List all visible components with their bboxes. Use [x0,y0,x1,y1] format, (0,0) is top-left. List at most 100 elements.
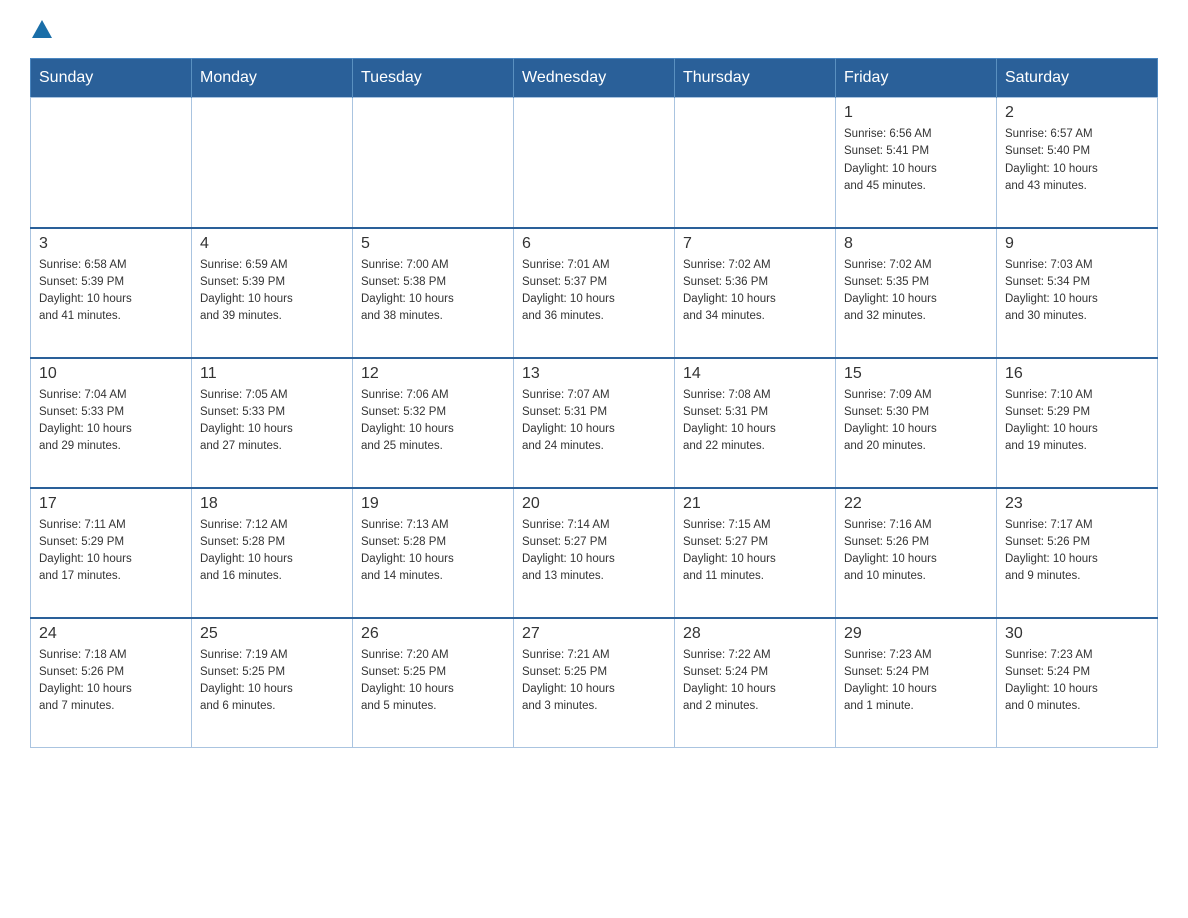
day-info: Sunrise: 7:18 AM Sunset: 5:26 PM Dayligh… [39,647,183,716]
day-number: 21 [683,495,827,513]
weekday-header-friday: Friday [836,59,997,98]
calendar-cell: 21 Sunrise: 7:15 AM Sunset: 5:27 PM Dayli… [675,488,836,618]
day-info: Sunrise: 7:03 AM Sunset: 5:34 PM Dayligh… [1005,257,1149,326]
weekday-header-sunday: Sunday [31,59,192,98]
day-info: Sunrise: 7:19 AM Sunset: 5:25 PM Dayligh… [200,647,344,716]
calendar-week-row: 24 Sunrise: 7:18 AM Sunset: 5:26 PM Dayli… [31,618,1158,748]
day-info: Sunrise: 7:01 AM Sunset: 5:37 PM Dayligh… [522,257,666,326]
day-info: Sunrise: 7:02 AM Sunset: 5:35 PM Dayligh… [844,257,988,326]
calendar-cell: 20 Sunrise: 7:14 AM Sunset: 5:27 PM Dayli… [514,488,675,618]
calendar-cell: 6 Sunrise: 7:01 AM Sunset: 5:37 PM Daylig… [514,228,675,358]
calendar-cell [514,98,675,228]
weekday-header-thursday: Thursday [675,59,836,98]
day-info: Sunrise: 7:15 AM Sunset: 5:27 PM Dayligh… [683,517,827,586]
day-number: 19 [361,495,505,513]
calendar-cell [353,98,514,228]
calendar-cell: 25 Sunrise: 7:19 AM Sunset: 5:25 PM Dayli… [192,618,353,748]
day-number: 10 [39,365,183,383]
calendar-cell: 24 Sunrise: 7:18 AM Sunset: 5:26 PM Dayli… [31,618,192,748]
calendar-cell [192,98,353,228]
day-info: Sunrise: 7:23 AM Sunset: 5:24 PM Dayligh… [844,647,988,716]
day-info: Sunrise: 6:59 AM Sunset: 5:39 PM Dayligh… [200,257,344,326]
calendar-cell: 15Sunrise: 7:09 AM Sunset: 5:30 PM Dayli… [836,358,997,488]
day-info: Sunrise: 7:06 AM Sunset: 5:32 PM Dayligh… [361,387,505,456]
calendar-cell: 28 Sunrise: 7:22 AM Sunset: 5:24 PM Dayli… [675,618,836,748]
day-info: Sunrise: 7:09 AM Sunset: 5:30 PM Dayligh… [844,387,988,456]
day-number: 27 [522,625,666,643]
day-number: 29 [844,625,988,643]
weekday-header-tuesday: Tuesday [353,59,514,98]
day-info: Sunrise: 7:12 AM Sunset: 5:28 PM Dayligh… [200,517,344,586]
calendar-cell: 7Sunrise: 7:02 AM Sunset: 5:36 PM Daylig… [675,228,836,358]
calendar-cell: 30Sunrise: 7:23 AM Sunset: 5:24 PM Dayli… [997,618,1158,748]
day-number: 6 [522,235,666,253]
day-info: Sunrise: 7:21 AM Sunset: 5:25 PM Dayligh… [522,647,666,716]
logo [30,20,54,38]
day-info: Sunrise: 7:11 AM Sunset: 5:29 PM Dayligh… [39,517,183,586]
page-header [30,20,1158,38]
day-number: 2 [1005,104,1149,122]
calendar-cell: 18Sunrise: 7:12 AM Sunset: 5:28 PM Dayli… [192,488,353,618]
calendar-cell: 29 Sunrise: 7:23 AM Sunset: 5:24 PM Dayli… [836,618,997,748]
day-info: Sunrise: 7:04 AM Sunset: 5:33 PM Dayligh… [39,387,183,456]
day-number: 4 [200,235,344,253]
calendar-cell: 9Sunrise: 7:03 AM Sunset: 5:34 PM Daylig… [997,228,1158,358]
calendar-cell: 12 Sunrise: 7:06 AM Sunset: 5:32 PM Dayli… [353,358,514,488]
day-number: 26 [361,625,505,643]
day-number: 13 [522,365,666,383]
day-info: Sunrise: 7:14 AM Sunset: 5:27 PM Dayligh… [522,517,666,586]
calendar-cell: 26 Sunrise: 7:20 AM Sunset: 5:25 PM Dayli… [353,618,514,748]
day-number: 12 [361,365,505,383]
day-number: 8 [844,235,988,253]
calendar-cell: 22 Sunrise: 7:16 AM Sunset: 5:26 PM Dayli… [836,488,997,618]
calendar-cell: 4 Sunrise: 6:59 AM Sunset: 5:39 PM Daylig… [192,228,353,358]
day-number: 17 [39,495,183,513]
day-info: Sunrise: 7:22 AM Sunset: 5:24 PM Dayligh… [683,647,827,716]
calendar-cell: 5 Sunrise: 7:00 AM Sunset: 5:38 PM Daylig… [353,228,514,358]
day-info: Sunrise: 7:05 AM Sunset: 5:33 PM Dayligh… [200,387,344,456]
calendar-week-row: 3 Sunrise: 6:58 AM Sunset: 5:39 PM Daylig… [31,228,1158,358]
day-number: 25 [200,625,344,643]
day-number: 16 [1005,365,1149,383]
calendar-cell: 17 Sunrise: 7:11 AM Sunset: 5:29 PM Dayli… [31,488,192,618]
calendar-week-row: 10 Sunrise: 7:04 AM Sunset: 5:33 PM Dayli… [31,358,1158,488]
calendar-cell: 19Sunrise: 7:13 AM Sunset: 5:28 PM Dayli… [353,488,514,618]
calendar-cell: 3 Sunrise: 6:58 AM Sunset: 5:39 PM Daylig… [31,228,192,358]
calendar-cell: 1 Sunrise: 6:56 AM Sunset: 5:41 PM Daylig… [836,98,997,228]
weekday-header-saturday: Saturday [997,59,1158,98]
day-number: 11 [200,365,344,383]
calendar-cell: 16 Sunrise: 7:10 AM Sunset: 5:29 PM Dayli… [997,358,1158,488]
day-info: Sunrise: 6:56 AM Sunset: 5:41 PM Dayligh… [844,126,988,195]
calendar-cell: 14 Sunrise: 7:08 AM Sunset: 5:31 PM Dayli… [675,358,836,488]
logo-triangle-icon [32,20,52,38]
calendar-table: SundayMondayTuesdayWednesdayThursdayFrid… [30,58,1158,748]
calendar-week-row: 1 Sunrise: 6:56 AM Sunset: 5:41 PM Daylig… [31,98,1158,228]
day-info: Sunrise: 7:20 AM Sunset: 5:25 PM Dayligh… [361,647,505,716]
calendar-week-row: 17 Sunrise: 7:11 AM Sunset: 5:29 PM Dayli… [31,488,1158,618]
day-number: 28 [683,625,827,643]
day-info: Sunrise: 7:16 AM Sunset: 5:26 PM Dayligh… [844,517,988,586]
calendar-cell: 2 Sunrise: 6:57 AM Sunset: 5:40 PM Daylig… [997,98,1158,228]
day-info: Sunrise: 7:10 AM Sunset: 5:29 PM Dayligh… [1005,387,1149,456]
calendar-cell: 13 Sunrise: 7:07 AM Sunset: 5:31 PM Dayli… [514,358,675,488]
day-number: 3 [39,235,183,253]
day-info: Sunrise: 7:17 AM Sunset: 5:26 PM Dayligh… [1005,517,1149,586]
calendar-cell [31,98,192,228]
day-info: Sunrise: 6:57 AM Sunset: 5:40 PM Dayligh… [1005,126,1149,195]
weekday-header-wednesday: Wednesday [514,59,675,98]
day-number: 1 [844,104,988,122]
day-number: 20 [522,495,666,513]
day-number: 5 [361,235,505,253]
weekday-header-row: SundayMondayTuesdayWednesdayThursdayFrid… [31,59,1158,98]
day-info: Sunrise: 6:58 AM Sunset: 5:39 PM Dayligh… [39,257,183,326]
day-number: 23 [1005,495,1149,513]
day-number: 14 [683,365,827,383]
calendar-cell: 8 Sunrise: 7:02 AM Sunset: 5:35 PM Daylig… [836,228,997,358]
calendar-cell: 10 Sunrise: 7:04 AM Sunset: 5:33 PM Dayli… [31,358,192,488]
day-number: 24 [39,625,183,643]
day-info: Sunrise: 7:07 AM Sunset: 5:31 PM Dayligh… [522,387,666,456]
calendar-cell [675,98,836,228]
day-info: Sunrise: 7:00 AM Sunset: 5:38 PM Dayligh… [361,257,505,326]
day-info: Sunrise: 7:08 AM Sunset: 5:31 PM Dayligh… [683,387,827,456]
day-number: 22 [844,495,988,513]
